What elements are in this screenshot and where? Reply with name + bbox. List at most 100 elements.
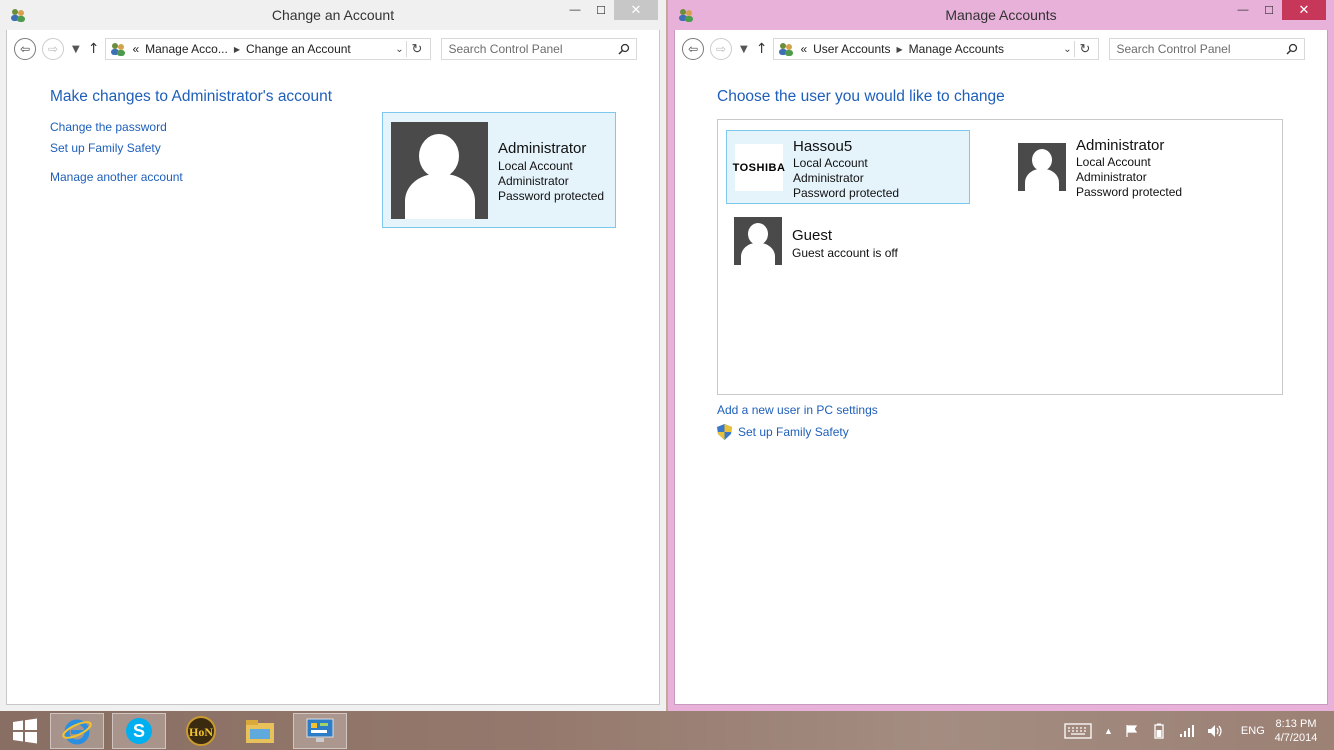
taskbar-file-explorer[interactable] bbox=[233, 713, 287, 749]
account-name: Administrator bbox=[498, 140, 587, 157]
account-detail: Administrator bbox=[793, 171, 864, 185]
title-bar[interactable]: Change an Account — ☐ ✕ bbox=[6, 0, 660, 30]
start-button[interactable] bbox=[0, 713, 50, 749]
hon-icon: HoN bbox=[186, 716, 216, 746]
back-button[interactable]: ⇦ bbox=[14, 38, 36, 60]
breadcrumb-item[interactable]: Manage Acco... bbox=[145, 42, 228, 56]
accounts-list: TOSHIBA Hassou5 Local Account Administra… bbox=[717, 119, 1283, 395]
minimize-button[interactable]: — bbox=[1230, 0, 1256, 20]
taskbar: S HoN ▲ ENG 8:13 PM 4/7/2014 bbox=[0, 711, 1334, 750]
default-user-avatar-icon bbox=[391, 122, 488, 219]
refresh-icon[interactable]: ↻ bbox=[406, 41, 426, 57]
user-accounts-icon bbox=[779, 43, 794, 56]
address-toolbar: ⇦ ⇨ ▼ ↑ « Manage Acco... ▶ Change an Acc… bbox=[6, 30, 660, 68]
account-name: Guest bbox=[792, 227, 833, 244]
account-detail: Guest account is off bbox=[792, 246, 898, 260]
action-center-flag-icon[interactable] bbox=[1125, 724, 1139, 738]
taskbar-hon[interactable]: HoN bbox=[174, 713, 228, 749]
account-tile-hassou5[interactable]: TOSHIBA Hassou5 Local Account Administra… bbox=[726, 130, 970, 204]
breadcrumb-item[interactable]: Manage Accounts bbox=[909, 42, 1004, 56]
default-user-avatar-icon bbox=[1018, 143, 1066, 191]
search-box[interactable]: Search Control Panel bbox=[441, 38, 638, 60]
windows-logo-icon bbox=[13, 718, 37, 744]
up-arrow-icon[interactable]: ↑ bbox=[756, 41, 768, 57]
user-accounts-icon bbox=[111, 43, 126, 56]
svg-text:HoN: HoN bbox=[189, 725, 213, 739]
minimize-button[interactable]: — bbox=[562, 0, 588, 20]
family-safety-link[interactable]: Set up Family Safety bbox=[50, 141, 161, 155]
family-safety-link[interactable]: Set up Family Safety bbox=[738, 425, 849, 439]
uac-shield-icon bbox=[717, 424, 732, 440]
breadcrumb-item[interactable]: Change an Account bbox=[246, 42, 351, 56]
address-bar[interactable]: « Manage Acco... ▶ Change an Account ⌄ ↻ bbox=[105, 38, 432, 60]
address-dropdown-icon[interactable]: ⌄ bbox=[1060, 44, 1074, 55]
recent-locations-dropdown-icon[interactable]: ▼ bbox=[72, 44, 80, 55]
clock[interactable]: 8:13 PM 4/7/2014 bbox=[1266, 711, 1326, 750]
account-card[interactable]: Administrator Local Account Administrato… bbox=[382, 112, 616, 228]
forward-button[interactable]: ⇨ bbox=[710, 38, 732, 60]
search-icon[interactable] bbox=[618, 43, 630, 55]
family-safety-row[interactable]: Set up Family Safety bbox=[717, 424, 849, 440]
taskbar-internet-explorer[interactable] bbox=[50, 713, 104, 749]
maximize-button[interactable]: ☐ bbox=[1256, 0, 1282, 20]
show-hidden-icons-icon[interactable]: ▲ bbox=[1104, 726, 1113, 736]
skype-icon: S bbox=[126, 718, 152, 744]
forward-button[interactable]: ⇨ bbox=[42, 38, 64, 60]
input-language-indicator[interactable]: ENG bbox=[1241, 725, 1265, 737]
maximize-button[interactable]: ☐ bbox=[588, 0, 614, 20]
page-heading: Make changes to Administrator's account bbox=[50, 88, 333, 105]
search-box[interactable]: Search Control Panel bbox=[1109, 38, 1306, 60]
account-detail: Local Account bbox=[498, 159, 573, 173]
svg-text:S: S bbox=[133, 721, 145, 741]
taskbar-control-panel[interactable] bbox=[293, 713, 347, 749]
account-detail: Local Account bbox=[793, 156, 868, 170]
account-detail: Administrator bbox=[1076, 170, 1147, 184]
system-tray: ▲ ENG bbox=[1064, 711, 1265, 750]
clock-time: 8:13 PM bbox=[1275, 717, 1317, 730]
search-input[interactable]: Search Control Panel bbox=[1116, 42, 1230, 56]
page-heading: Choose the user you would like to change bbox=[717, 88, 1005, 105]
clock-date: 4/7/2014 bbox=[1274, 731, 1318, 744]
back-button[interactable]: ⇦ bbox=[682, 38, 704, 60]
account-detail: Password protected bbox=[793, 186, 900, 200]
breadcrumb-separator-icon[interactable]: ▶ bbox=[234, 45, 240, 54]
taskbar-skype[interactable]: S bbox=[112, 713, 166, 749]
recent-locations-dropdown-icon[interactable]: ▼ bbox=[740, 44, 748, 55]
breadcrumb-separator-icon[interactable]: ▶ bbox=[897, 45, 903, 54]
change-password-link[interactable]: Change the password bbox=[50, 120, 167, 134]
battery-icon[interactable] bbox=[1151, 723, 1167, 739]
manage-another-account-link[interactable]: Manage another account bbox=[50, 170, 183, 184]
search-input[interactable]: Search Control Panel bbox=[448, 42, 562, 56]
default-user-avatar-icon bbox=[734, 217, 782, 265]
touch-keyboard-icon[interactable] bbox=[1064, 722, 1092, 739]
breadcrumb-item[interactable]: User Accounts bbox=[813, 42, 890, 56]
breadcrumb-overflow[interactable]: « bbox=[132, 42, 139, 56]
account-detail: Local Account bbox=[1076, 155, 1151, 169]
address-dropdown-icon[interactable]: ⌄ bbox=[392, 44, 406, 55]
account-detail: Administrator bbox=[498, 174, 569, 188]
control-panel-icon bbox=[306, 718, 334, 742]
volume-icon[interactable] bbox=[1207, 724, 1223, 738]
account-name: Administrator bbox=[1076, 137, 1165, 154]
address-toolbar: ⇦ ⇨ ▼ ↑ « User Accounts ▶ Manage Account… bbox=[674, 30, 1328, 68]
close-button[interactable]: ✕ bbox=[1282, 0, 1326, 20]
search-icon[interactable] bbox=[1286, 43, 1298, 55]
account-detail: Password protected bbox=[498, 189, 605, 203]
internet-explorer-icon bbox=[62, 719, 92, 745]
file-explorer-icon bbox=[246, 720, 274, 743]
account-tile-administrator[interactable]: Administrator Local Account Administrato… bbox=[1010, 130, 1254, 204]
network-signal-icon[interactable] bbox=[1179, 724, 1195, 738]
close-button[interactable]: ✕ bbox=[614, 0, 658, 20]
breadcrumb-overflow[interactable]: « bbox=[800, 42, 807, 56]
account-name: Hassou5 bbox=[793, 138, 853, 155]
address-bar[interactable]: « User Accounts ▶ Manage Accounts ⌄ ↻ bbox=[773, 38, 1100, 60]
manage-accounts-window: Manage Accounts — ☐ ✕ ⇦ ⇨ ▼ ↑ « User Acc… bbox=[668, 0, 1334, 711]
account-detail: Password protected bbox=[1076, 185, 1183, 199]
refresh-icon[interactable]: ↻ bbox=[1074, 41, 1094, 57]
account-tile-guest[interactable]: Guest Guest account is off bbox=[726, 217, 970, 269]
add-new-user-link[interactable]: Add a new user in PC settings bbox=[717, 403, 878, 417]
title-bar[interactable]: Manage Accounts — ☐ ✕ bbox=[674, 0, 1328, 30]
toshiba-avatar: TOSHIBA bbox=[733, 144, 785, 191]
up-arrow-icon[interactable]: ↑ bbox=[88, 41, 100, 57]
change-account-window: Change an Account — ☐ ✕ ⇦ ⇨ ▼ ↑ « Manage… bbox=[0, 0, 666, 711]
